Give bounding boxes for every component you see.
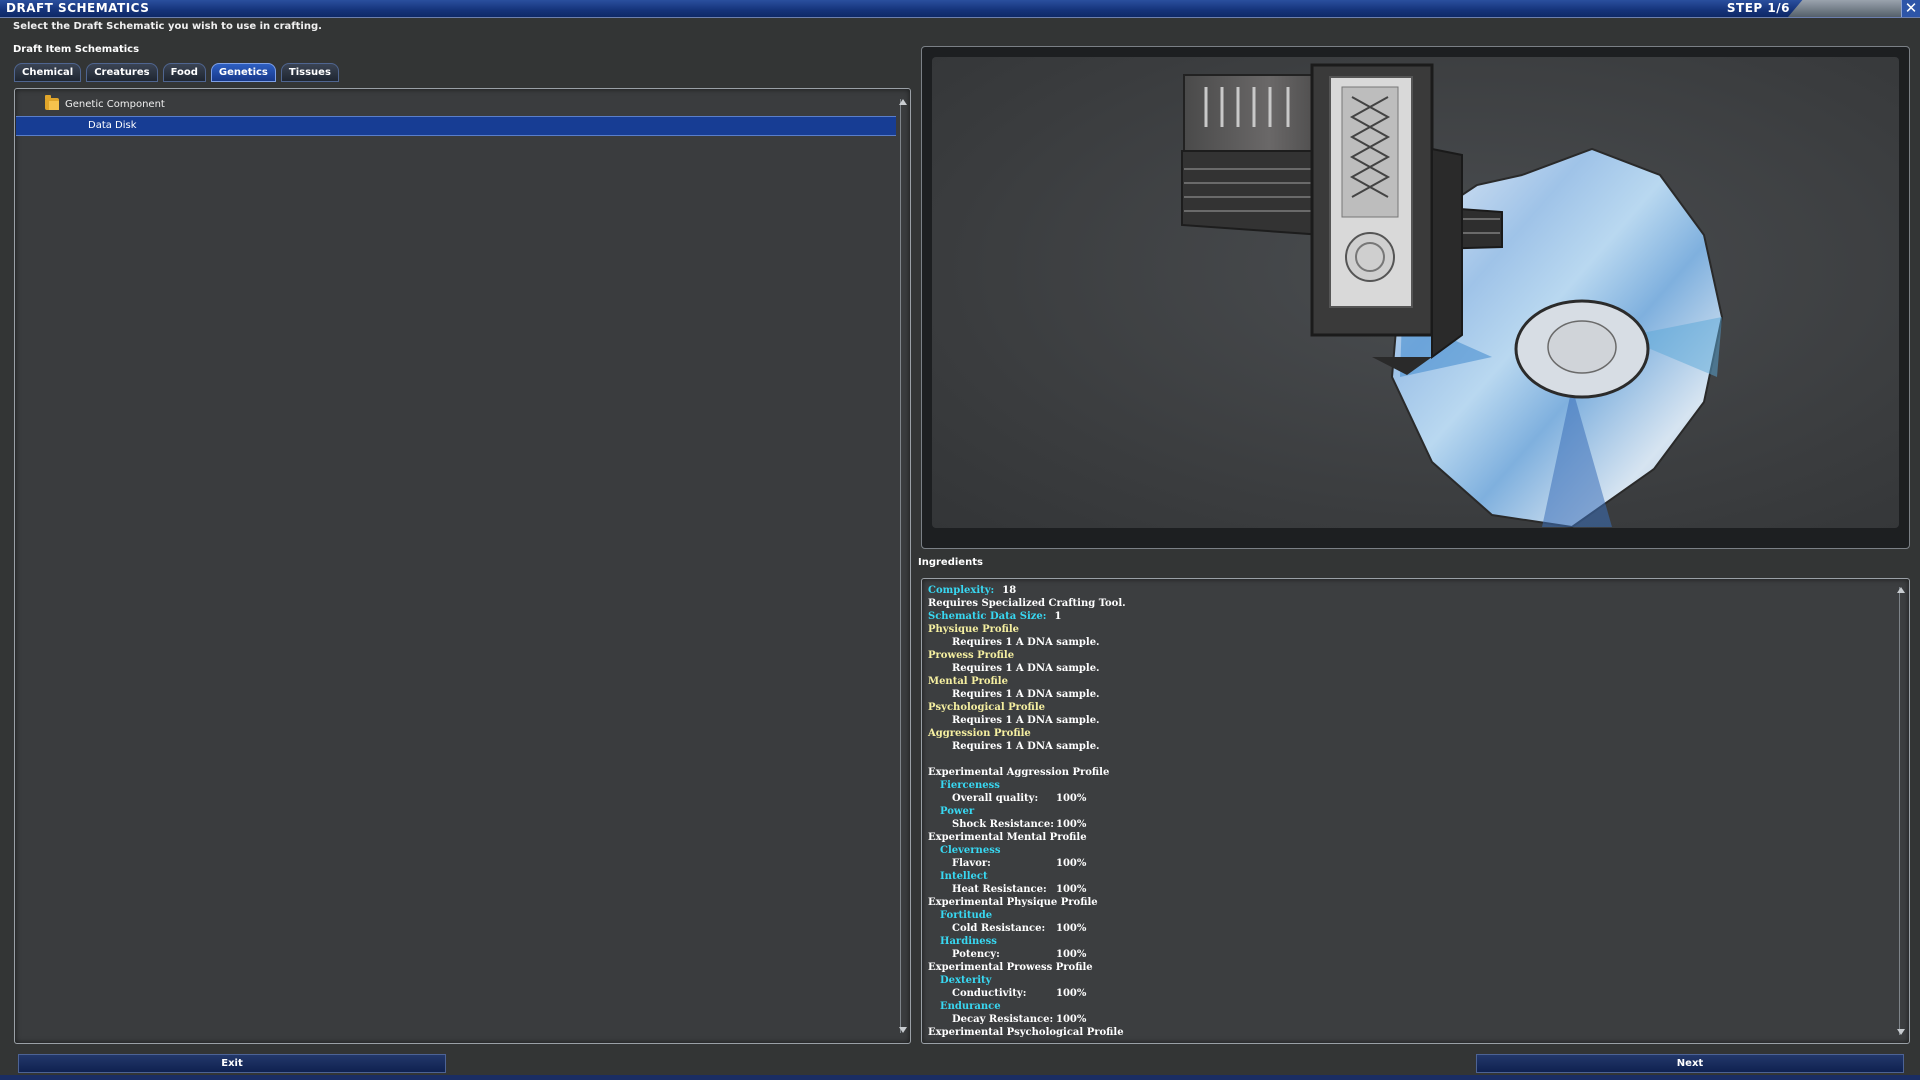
ingredient-label: Conductivity:	[952, 988, 1027, 999]
folder-icon	[45, 95, 59, 110]
tab-creatures[interactable]: Creatures	[86, 63, 158, 82]
ingredient-label: Potency:	[952, 949, 1000, 960]
ingredient-line: Experimental Mental Profile	[928, 832, 1087, 843]
scroll-down-arrow-icon[interactable]	[899, 1027, 907, 1033]
tree-group-label: Genetic Component	[65, 98, 165, 110]
scroll-down-arrow-icon[interactable]	[1897, 1029, 1905, 1035]
instruction-text: Select the Draft Schematic you wish to u…	[13, 21, 322, 32]
ingredient-label: Flavor:	[952, 858, 991, 869]
preview-viewport[interactable]	[932, 57, 1899, 528]
ingredient-line	[928, 753, 1889, 766]
ingredient-line: Intellect	[940, 871, 988, 882]
title-bar: DRAFT SCHEMATICS STEP 1/6	[0, 0, 1920, 18]
ingredient-line: Experimental Psychological Profile	[928, 1027, 1124, 1038]
ingredient-line: Physique Profile	[928, 624, 1020, 635]
bottom-frame	[0, 1075, 1920, 1080]
ingredient-line: Experimental Physique Profile	[928, 897, 1098, 908]
tree-group-genetic-component[interactable]: Genetic Component	[45, 95, 165, 112]
ingredient-label: Complexity:	[928, 585, 995, 596]
ingredient-label: Shock Resistance:	[952, 819, 1054, 830]
ingredient-label: Overall quality:	[952, 793, 1039, 804]
ingredient-line: Mental Profile	[928, 676, 1008, 687]
tab-genetics[interactable]: Genetics	[210, 63, 276, 82]
ingredients-panel: Complexity: 18 Requires Specialized Crafti…	[921, 578, 1910, 1044]
scroll-up-arrow-icon[interactable]	[899, 99, 907, 105]
tree-item-label: Data Disk	[88, 120, 137, 131]
ingredient-line: Conductivity: 100%	[928, 987, 1889, 1000]
ingredient-line: Flavor: 100%	[928, 857, 1889, 870]
tab-tissues[interactable]: Tissues	[280, 63, 339, 82]
ingredient-value: 100%	[1056, 923, 1087, 934]
ingredient-value: 100%	[1056, 819, 1087, 830]
ingredient-value: 100%	[1056, 793, 1087, 804]
ingredient-line: Fortitude	[940, 910, 993, 921]
next-button[interactable]: Next	[1476, 1054, 1904, 1073]
ingredient-value: 100%	[1056, 1014, 1087, 1025]
ingredient-line: Requires 1 A DNA sample.	[952, 741, 1100, 752]
ingredient-line: Prowess Profile	[928, 650, 1015, 661]
tab-chemical[interactable]: Chemical	[14, 63, 82, 82]
ingredient-line: Heat Resistance: 100%	[928, 883, 1889, 896]
ingredient-line: Power	[940, 806, 975, 817]
ingredients-list: Complexity: 18 Requires Specialized Crafti…	[928, 584, 1889, 1039]
ingredient-line: Schematic Data Size: 1	[928, 610, 1889, 623]
ingredients-scrollbar[interactable]	[1897, 587, 1906, 1035]
window-title: DRAFT SCHEMATICS	[6, 1, 150, 15]
ingredient-line: Cold Resistance: 100%	[928, 922, 1889, 935]
ingredient-label: Cold Resistance:	[952, 923, 1046, 934]
ingredient-value: 1	[1054, 611, 1062, 622]
ingredient-line: Dexterity	[940, 975, 992, 986]
ingredient-line: Aggression Profile	[928, 728, 1031, 739]
tree-item-data-disk[interactable]: Data Disk	[16, 116, 896, 136]
ingredient-value: 100%	[1056, 949, 1087, 960]
ingredient-line: Requires 1 A DNA sample.	[952, 715, 1100, 726]
category-tabs: Chemical Creatures Food Genetics Tissues	[14, 63, 339, 82]
ingredient-line: Complexity: 18	[928, 584, 1889, 597]
ingredient-label: Decay Resistance:	[952, 1014, 1054, 1025]
ingredient-value: 100%	[1056, 988, 1087, 999]
schematics-heading: Draft Item Schematics	[13, 44, 140, 55]
exit-button[interactable]: Exit	[18, 1054, 446, 1073]
step-indicator: STEP 1/6	[1726, 1, 1790, 15]
tab-food[interactable]: Food	[162, 63, 206, 82]
ingredient-line: Shock Resistance: 100%	[928, 818, 1889, 831]
ingredient-value: 100%	[1056, 884, 1087, 895]
ingredient-label: Heat Resistance:	[952, 884, 1047, 895]
ingredient-line: Hardiness	[940, 936, 997, 947]
list-scrollbar[interactable]	[899, 99, 908, 1033]
ingredient-line: Experimental Aggression Profile	[928, 767, 1110, 778]
close-icon[interactable]: ✕	[1901, 0, 1920, 17]
ingredient-line: Requires 1 A DNA sample.	[952, 637, 1100, 648]
schematic-preview	[921, 46, 1910, 549]
ingredients-heading: Ingredients	[918, 557, 983, 568]
ingredient-line: Requires 1 A DNA sample.	[952, 663, 1100, 674]
ingredient-line: Decay Resistance: 100%	[928, 1013, 1889, 1026]
scroll-up-arrow-icon[interactable]	[1897, 587, 1905, 593]
title-bar-decoration	[1788, 0, 1908, 17]
ingredient-value: 100%	[1056, 858, 1087, 869]
ingredient-line: Cleverness	[940, 845, 1001, 856]
schematic-list: Genetic Component Data Disk	[14, 88, 911, 1044]
ingredient-line: Potency: 100%	[928, 948, 1889, 961]
ingredient-line: Endurance	[940, 1001, 1001, 1012]
ingredient-line: Requires Specialized Crafting Tool.	[928, 598, 1126, 609]
ingredient-line: Psychological Profile	[928, 702, 1045, 713]
ingredient-line: Overall quality: 100%	[928, 792, 1889, 805]
ingredient-line: Experimental Prowess Profile	[928, 962, 1093, 973]
ingredient-label: Schematic Data Size:	[928, 611, 1047, 622]
data-disk-model-icon	[1181, 63, 1724, 528]
ingredient-line: Fierceness	[940, 780, 1000, 791]
ingredient-value: 18	[1002, 585, 1017, 596]
ingredient-line: Requires 1 A DNA sample.	[952, 689, 1100, 700]
